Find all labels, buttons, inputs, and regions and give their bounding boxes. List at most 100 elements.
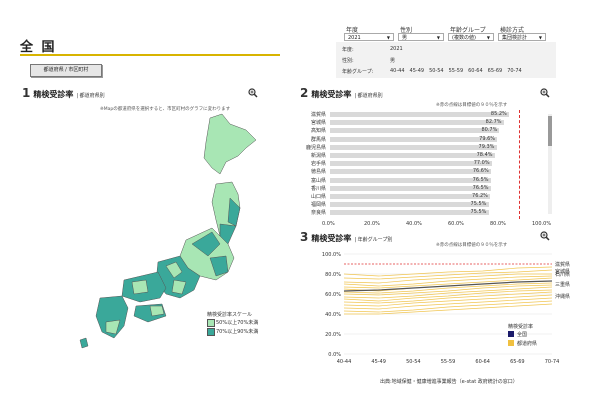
scrollbar-thumb[interactable] <box>548 116 552 146</box>
y-tick-label: 60.0% <box>325 292 341 298</box>
bar[interactable] <box>330 169 491 175</box>
bar[interactable] <box>330 210 489 216</box>
sex-select-value: 男 <box>402 35 408 41</box>
section2-subtitle: | 都道府県別 <box>354 93 383 99</box>
screening-method-select[interactable]: 集団検診計 ▼ <box>498 33 546 41</box>
bar-value-label: 78.4% <box>476 152 493 158</box>
sex-select[interactable]: 男 ▼ <box>398 33 444 41</box>
bar-value-label: 76.5% <box>472 176 489 183</box>
prefecture-okinawa[interactable] <box>79 337 89 349</box>
bar-category-label: 滋賀県 <box>310 112 326 118</box>
age-group-select[interactable]: (複数の値) ▼ <box>448 33 494 41</box>
x-tick-label: 40.0% <box>406 220 422 227</box>
prefecture-series-line <box>343 289 553 302</box>
bar[interactable] <box>330 144 497 150</box>
bar-category-label: 奈良県 <box>310 210 326 217</box>
bar-category-label: 福岡県 <box>310 202 326 209</box>
summary-year: 2021 <box>390 46 403 52</box>
summary-year-label: 年度: <box>342 47 354 53</box>
legend-label-50-70: 50%以上70%未満 <box>216 320 259 326</box>
legend-label-national: 全国 <box>517 332 528 338</box>
series-end-label: 石川県 <box>555 272 570 278</box>
bar[interactable] <box>330 185 491 191</box>
bar-value-label: 75.5% <box>470 201 487 208</box>
bar-value-label: 80.7% <box>481 127 498 134</box>
bar-value-label: 79.3% <box>478 143 495 150</box>
y-tick-label: 100.0% <box>322 252 341 258</box>
bar-category-label: 新潟県 <box>310 153 326 159</box>
bar-value-label: 77.0% <box>473 160 490 167</box>
summary-age-label: 年齢グループ: <box>342 69 374 75</box>
summary-sex: 男 <box>390 58 396 64</box>
bar[interactable] <box>330 112 509 117</box>
series-end-label: 滋賀県 <box>555 261 570 268</box>
chevron-down-icon: ▼ <box>386 35 390 40</box>
series-end-label: 沖縄県 <box>555 293 570 300</box>
x-tick-label: 65-69 <box>510 359 525 365</box>
prefecture-hokkaido[interactable] <box>203 113 257 175</box>
x-tick-label: 55-59 <box>441 359 456 365</box>
bar-value-label: 76.6% <box>472 168 489 175</box>
legend-label-70-90: 70%以上90%未満 <box>216 329 259 335</box>
chevron-down-icon: ▼ <box>436 35 440 40</box>
bar[interactable] <box>330 128 500 134</box>
chevron-down-icon: ▼ <box>538 35 542 40</box>
bar[interactable] <box>330 136 498 142</box>
summary-age-list: 40-44 45-49 50-54 55-59 60-64 65-69 70-7… <box>390 68 522 74</box>
bar-value-label: 76.2% <box>472 193 488 199</box>
prefecture-shimane[interactable] <box>131 279 149 295</box>
bar[interactable] <box>330 161 492 167</box>
year-select[interactable]: 2021 ▼ <box>344 33 394 41</box>
section2-number: 2 <box>300 86 309 100</box>
bar-category-label: 香川県 <box>310 185 326 192</box>
zoom-icon[interactable] <box>540 231 550 241</box>
bar[interactable] <box>330 120 504 126</box>
method-select-value: 集団検診計 <box>502 35 528 41</box>
bar[interactable] <box>330 202 489 208</box>
bar-category-label: 宮城県 <box>310 120 326 127</box>
prefecture-kagawa[interactable] <box>149 305 165 317</box>
line-legend-title: 精検受診率 <box>508 324 534 330</box>
bar[interactable] <box>330 177 491 183</box>
bar-note: ※赤の点線は目標値の９０％を示す <box>436 103 508 108</box>
legend-swatch-70-90 <box>207 328 215 336</box>
y-tick-label: 40.0% <box>325 312 341 318</box>
x-tick-label: 80.0% <box>490 220 506 227</box>
y-tick-label: 80.0% <box>325 272 341 278</box>
bar-value-label: 82.7% <box>485 119 502 126</box>
summary-age: 60-64 <box>468 68 483 74</box>
prefecture-bar-chart: 滋賀県 85.2% 宮城県 82.7% 高知県 80.7% 群馬県 79.6% 鹿児島県 79.3… <box>290 110 552 228</box>
x-tick-label: 50-54 <box>406 359 421 365</box>
filter-summary: 年度: 2021 性別: 男 年齢グループ: 40-44 45-49 50-54… <box>336 42 556 78</box>
legend-swatch-50-70 <box>207 319 215 327</box>
bar-category-label: 山口県 <box>310 194 326 200</box>
series-end-label: 三重県 <box>555 281 570 288</box>
bar[interactable] <box>330 153 495 158</box>
x-tick-label: 20.0% <box>364 220 380 227</box>
chevron-down-icon: ▼ <box>486 35 490 40</box>
prefecture-municipality-toggle[interactable]: 都道府県 / 市区町村 <box>30 64 102 77</box>
bar-category-label: 群馬県 <box>310 136 326 143</box>
bar-chart-scrollbar[interactable] <box>548 114 552 214</box>
x-tick-label: 45-49 <box>371 359 386 365</box>
target-line <box>519 110 520 219</box>
line-note: ※赤の点線は目標値の９０％を示す <box>436 243 508 248</box>
summary-age: 50-54 <box>429 68 444 74</box>
bar-category-label: 徳島県 <box>310 169 326 176</box>
section1-subtitle: | 都道府県別 <box>76 93 105 99</box>
zoom-icon[interactable] <box>248 88 258 98</box>
zoom-icon[interactable] <box>540 88 550 98</box>
bar[interactable] <box>330 194 491 199</box>
bar-category-label: 岩手県 <box>310 161 326 168</box>
bar-value-label: 75.5% <box>470 209 487 216</box>
bar-category-label: 鹿児島県 <box>305 144 326 151</box>
x-tick-label: 60-64 <box>475 359 490 365</box>
bar-category-label: 富山県 <box>310 177 326 184</box>
section1-header: 1 精検受診率 | 都道府県別 <box>22 86 105 100</box>
section3-header: 3 精検受診率 | 年齢グループ別 <box>300 230 392 244</box>
x-tick-label: 0.0% <box>322 220 335 227</box>
x-tick-label: 60.0% <box>448 220 464 227</box>
source-footer: 出典:地域保健・健康増進事業報告（e-stat 政府統計の窓口） <box>380 379 518 385</box>
bar-value-label: 79.6% <box>479 135 496 142</box>
x-tick-label: 100.0% <box>532 220 552 227</box>
